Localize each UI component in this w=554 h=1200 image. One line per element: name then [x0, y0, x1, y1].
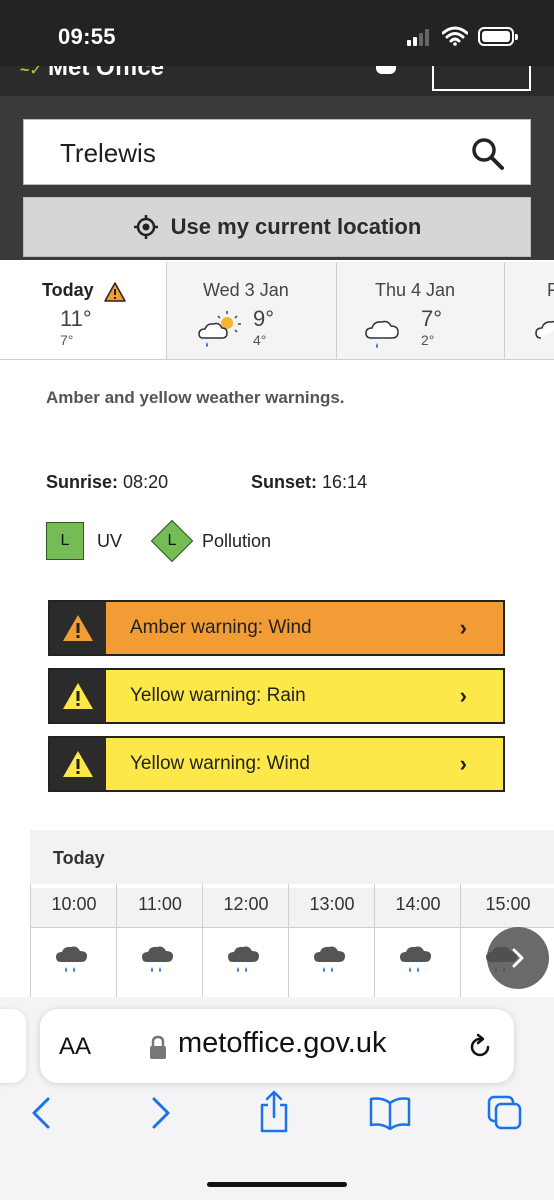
- warning-summary: Amber and yellow weather warnings.: [46, 388, 345, 407]
- sunset: Sunset: 16:14: [251, 472, 368, 492]
- day-label: Thu 4 Jan: [375, 280, 456, 300]
- day-low-temp: 7°: [60, 332, 74, 348]
- back-icon[interactable]: [28, 1093, 54, 1133]
- met-office-logo-icon: ~✓: [20, 66, 43, 79]
- uv-level-badge: L: [46, 522, 84, 560]
- search-icon[interactable]: [470, 136, 506, 172]
- search-panel: Use my current location: [0, 96, 554, 260]
- warning-triangle-icon: [63, 751, 93, 777]
- hour-time: 11:00: [117, 888, 203, 928]
- crosshair-icon: [133, 215, 158, 239]
- cloud-rain-icon: [228, 946, 259, 972]
- home-indicator: [207, 1182, 347, 1187]
- day-high-temp: 9°: [253, 306, 275, 331]
- tab-next-day[interactable]: F: [504, 262, 554, 359]
- cellular-signal-icon: [407, 28, 433, 46]
- warning-icon-box: [50, 670, 106, 722]
- hour-time: 10:00: [31, 888, 117, 928]
- wifi-icon: [442, 26, 468, 46]
- hour-time: 12:00: [203, 888, 289, 928]
- cloud-rain-icon: [365, 320, 399, 348]
- browser-toolbar: [0, 1090, 554, 1153]
- hour-column[interactable]: 13:00: [288, 884, 375, 998]
- reload-icon[interactable]: [466, 1033, 494, 1061]
- warning-icon-box: [50, 738, 106, 790]
- warning-triangle-icon: [63, 615, 93, 641]
- hour-column[interactable]: 10:00: [30, 884, 117, 998]
- hourly-forecast: Today 10:00 11:00 12:00 13:00 14:00 15:0…: [30, 830, 554, 998]
- warning-icon-box: [50, 602, 106, 654]
- sunrise: Sunrise: 08:20: [46, 472, 169, 492]
- day-label: Today: [42, 280, 94, 300]
- sun-cloud-rain-icon: [198, 311, 241, 347]
- cloud-rain-icon: [314, 946, 345, 972]
- account-icon[interactable]: [376, 66, 396, 74]
- hour-time: 13:00: [289, 888, 375, 928]
- brand-logo[interactable]: Met Office: [48, 66, 164, 82]
- chevron-right-icon: ›: [459, 615, 467, 640]
- warning-triangle-icon: [104, 282, 126, 302]
- previous-tab-card[interactable]: [0, 1009, 26, 1083]
- hourly-title: Today: [53, 848, 105, 868]
- status-time: 09:55: [58, 24, 116, 49]
- use-current-location-button[interactable]: Use my current location: [23, 197, 531, 257]
- address-bar[interactable]: AA metoffice.gov.uk: [40, 1009, 514, 1083]
- day-low-temp: 4°: [253, 332, 267, 348]
- search-box: [23, 119, 531, 185]
- hour-column[interactable]: 12:00: [202, 884, 289, 998]
- yellow-rain-warning[interactable]: Yellow warning: Rain ›: [48, 668, 505, 724]
- url-text: metoffice.gov.uk: [178, 1027, 387, 1059]
- hour-column[interactable]: 11:00: [116, 884, 203, 998]
- reader-options-button[interactable]: AA: [59, 1033, 91, 1061]
- yellow-wind-warning[interactable]: Yellow warning: Wind ›: [48, 736, 505, 792]
- amber-wind-warning[interactable]: Amber warning: Wind ›: [48, 600, 505, 656]
- day-high-temp: 11°: [60, 306, 92, 331]
- hourly-scroll-next-button[interactable]: [487, 927, 549, 989]
- browser-chrome: AA metoffice.gov.uk: [0, 997, 554, 1200]
- day-high-temp: 7°: [421, 306, 443, 331]
- battery-icon: [478, 27, 518, 46]
- day-label: F: [547, 280, 554, 300]
- site-header: ~✓ Met Office: [0, 66, 554, 96]
- cloud-rain-icon: [56, 946, 87, 972]
- location-search-input[interactable]: [60, 138, 440, 169]
- chevron-right-icon: ›: [459, 683, 467, 708]
- warning-text: Yellow warning: Rain: [130, 685, 306, 706]
- warning-text: Amber warning: Wind: [130, 617, 312, 638]
- share-icon[interactable]: [256, 1089, 292, 1135]
- pollution-label: Pollution: [202, 531, 272, 551]
- uv-label: UV: [97, 531, 123, 551]
- day-low-temp: 2°: [421, 332, 435, 348]
- hour-time: 14:00: [375, 888, 461, 928]
- tab-thu-4-jan[interactable]: Thu 4 Jan 7° 2°: [336, 262, 504, 359]
- warning-text: Yellow warning: Wind: [130, 753, 310, 774]
- cloud-icon: [535, 320, 554, 339]
- use-location-label: Use my current location: [170, 214, 422, 239]
- tab-wed-3-jan[interactable]: Wed 3 Jan 9° 4°: [166, 262, 336, 359]
- hour-column[interactable]: 14:00: [374, 884, 461, 998]
- chevron-right-icon: ›: [459, 751, 467, 776]
- tabs-icon[interactable]: [485, 1093, 525, 1133]
- day-tabs: Today 11° 7° Wed 3 Jan 9° 4° Thu 4 Jan 7…: [0, 262, 554, 360]
- warning-triangle-icon: [63, 683, 93, 709]
- menu-button[interactable]: [432, 66, 531, 91]
- lock-icon: [150, 1035, 166, 1059]
- status-bar: 09:55: [0, 0, 554, 66]
- cloud-rain-icon: [142, 946, 173, 972]
- tab-today[interactable]: Today 11° 7°: [0, 262, 166, 359]
- hour-time: 15:00: [461, 888, 554, 928]
- pollution-level-letter: L: [167, 532, 177, 549]
- day-label: Wed 3 Jan: [203, 280, 289, 300]
- forward-icon[interactable]: [148, 1093, 174, 1133]
- bookmarks-icon[interactable]: [368, 1093, 412, 1133]
- chevron-right-icon: [512, 948, 524, 968]
- cloud-rain-icon: [400, 946, 431, 972]
